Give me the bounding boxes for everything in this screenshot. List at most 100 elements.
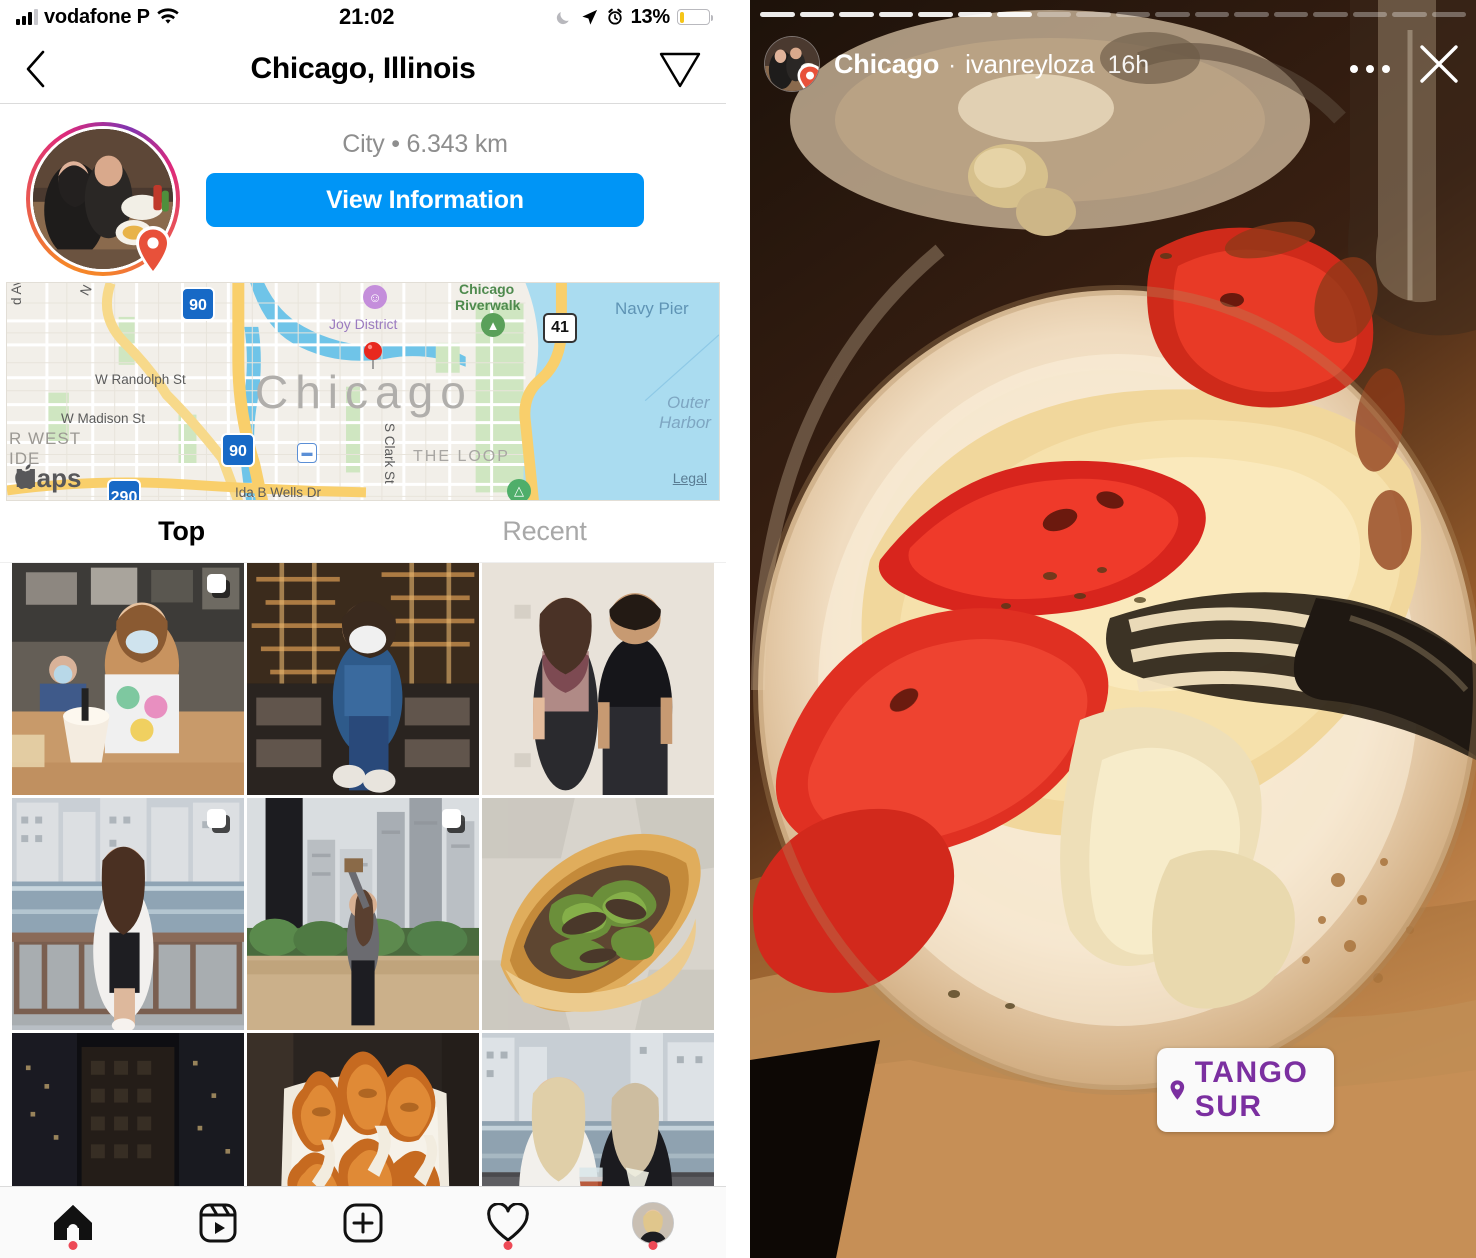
share-button[interactable] — [656, 49, 702, 89]
story-header: Chicago · ivanreyloza 16h — [764, 32, 1462, 96]
status-bar-right: 13% — [554, 5, 713, 29]
story-progress-segment — [1036, 12, 1071, 17]
story-location-sticker[interactable]: TANGO SUR — [1157, 1048, 1334, 1132]
highway-shield-290: 290 — [107, 479, 141, 500]
nav-reels-button[interactable] — [182, 1194, 254, 1252]
grid-post-couple-beige-wall[interactable] — [482, 563, 714, 795]
story-location-label[interactable]: Chicago — [834, 49, 939, 80]
share-paper-plane-icon — [659, 52, 701, 87]
grid-post-skyline-beach[interactable] — [247, 798, 479, 1030]
story-progress-segment — [1155, 12, 1190, 17]
page-nav-header: Chicago, Illinois — [0, 34, 726, 104]
map-poi-park-icon: ▲ — [481, 313, 505, 337]
grid-post-skydeck-aerial[interactable] — [247, 563, 479, 795]
place-meta-column: City • 6.343 km View Information — [206, 122, 726, 227]
profile-avatar-icon — [632, 1201, 675, 1244]
plus-square-icon — [343, 1203, 383, 1242]
carousel-indicator-icon — [442, 809, 465, 833]
map-canvas — [7, 283, 719, 500]
story-progress-segment — [839, 12, 874, 17]
carousel-indicator-icon — [207, 809, 230, 833]
map-poi-tree-icon: △ — [507, 479, 531, 500]
story-progress-segment — [1352, 12, 1387, 17]
instagram-location-page: vodafone P 21:02 13% Chicago, Illinois C… — [0, 0, 726, 1258]
apple-maps-logo: Maps — [15, 463, 81, 494]
nav-activity-button[interactable] — [472, 1194, 544, 1252]
reels-icon — [199, 1203, 237, 1242]
activity-notification-dot — [503, 1240, 513, 1250]
location-pin-badge-icon — [136, 226, 170, 276]
more-options-icon — [1350, 64, 1390, 73]
home-notification-dot — [68, 1240, 78, 1250]
story-avatar[interactable] — [764, 36, 820, 92]
story-timestamp: 16h — [1107, 50, 1150, 79]
story-progress-segment — [760, 12, 795, 17]
tab-recent[interactable]: Recent — [363, 501, 726, 562]
story-progress-segment — [878, 12, 913, 17]
nav-home-button[interactable] — [37, 1194, 109, 1252]
panel-divider — [726, 0, 750, 1258]
location-pin-icon — [1170, 1080, 1185, 1100]
view-information-button[interactable]: View Information — [206, 173, 644, 227]
instagram-story-viewer[interactable]: Chicago · ivanreyloza 16h TANGO SUR — [750, 0, 1476, 1258]
wifi-icon — [157, 8, 179, 24]
map-poi-bar-icon: ☺ — [363, 285, 387, 309]
tab-top[interactable]: Top — [0, 501, 363, 562]
top-recent-tabs: Top Recent — [0, 501, 726, 563]
story-meta: Chicago · ivanreyloza 16h — [834, 49, 1324, 80]
location-arrow-icon — [581, 9, 597, 25]
grid-post-restaurant-tie-dye[interactable] — [12, 563, 244, 795]
story-progress-segment — [957, 12, 992, 17]
story-progress-segment — [1273, 12, 1308, 17]
story-more-options-button[interactable] — [1338, 54, 1402, 75]
heart-icon — [487, 1202, 529, 1241]
moon-icon — [556, 11, 569, 24]
map-legal-link[interactable]: Legal — [673, 470, 707, 486]
status-bar-clock: 21:02 — [339, 4, 395, 29]
place-info-row: City • 6.343 km View Information — [0, 104, 726, 282]
back-button[interactable] — [24, 50, 70, 88]
story-progress-segment — [1431, 12, 1466, 17]
story-location-sticker-label: TANGO SUR — [1194, 1056, 1309, 1123]
ios-status-bar: vodafone P 21:02 13% — [0, 0, 726, 34]
status-bar-left: vodafone P — [16, 6, 180, 29]
close-icon — [1420, 45, 1458, 83]
story-media-photo — [750, 0, 1476, 1258]
highway-shield-41: 41 — [543, 313, 577, 343]
place-meta-text: City • 6.343 km — [342, 130, 508, 158]
dual-screenshot-container: vodafone P 21:02 13% Chicago, Illinois C… — [0, 0, 1476, 1258]
story-progress-segment — [1194, 12, 1229, 17]
story-progress-segment — [1392, 12, 1427, 17]
highway-shield-90-south: 90 — [221, 433, 255, 467]
story-progress-segment — [1115, 12, 1150, 17]
story-separator: · — [948, 51, 957, 79]
grid-post-riverwalk-bridge[interactable] — [12, 798, 244, 1030]
signal-bars-icon — [16, 9, 38, 25]
posts-grid — [0, 563, 726, 1258]
story-username-label[interactable]: ivanreyloza — [965, 49, 1095, 80]
place-avatar[interactable] — [0, 122, 206, 276]
story-progress-segment — [1313, 12, 1348, 17]
map-poi-transit-icon: ▬ — [297, 443, 317, 463]
nav-profile-button[interactable] — [617, 1194, 689, 1252]
highway-shield-90-north: 90 — [181, 287, 215, 321]
back-chevron-icon — [26, 50, 45, 87]
battery-icon — [677, 9, 713, 25]
home-icon — [53, 1204, 92, 1240]
apple-maps-preview[interactable]: d Ave N Ogden W Randolph St W Madison St… — [6, 282, 720, 501]
nav-create-button[interactable] — [327, 1194, 399, 1252]
story-close-button[interactable] — [1416, 41, 1462, 87]
story-progress-segment — [997, 12, 1032, 17]
story-ring — [26, 122, 180, 276]
location-pin-badge-icon — [797, 64, 819, 91]
battery-percent-label: 13% — [630, 5, 671, 28]
profile-notification-dot — [648, 1240, 658, 1250]
page-title: Chicago, Illinois — [250, 51, 476, 85]
story-progress-segment — [1234, 12, 1269, 17]
alarm-clock-icon — [607, 8, 622, 25]
grid-post-italian-beef-sandwich[interactable] — [482, 798, 714, 1030]
carousel-indicator-icon — [207, 574, 230, 598]
apple-logo-icon — [15, 464, 36, 489]
story-progress-segment — [918, 12, 953, 17]
story-progress-bars — [760, 12, 1466, 17]
